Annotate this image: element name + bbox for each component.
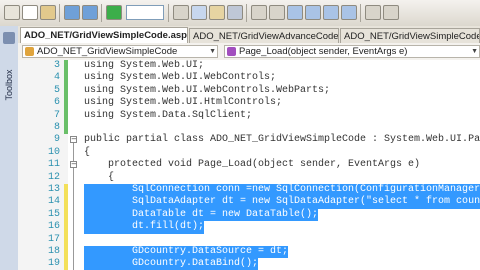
line-number: 8: [53, 122, 60, 133]
code-line: 7 using System.Data.SqlClient;: [18, 110, 480, 122]
code-line: 11 protected void Page_Load(object sende…: [18, 159, 480, 171]
tab-label: ADO_NET/GridViewSimpleCode.aspx: [344, 31, 479, 42]
toolbar-button-solution-explorer-icon[interactable]: [191, 5, 207, 20]
toolbar-button-uncomment-icon[interactable]: [269, 5, 285, 20]
code-line: 8: [18, 122, 480, 134]
navigation-bar: ADO_NET_GridViewSimpleCode ▼ Page_Load(o…: [18, 43, 480, 61]
line-number: 4: [53, 72, 60, 84]
line-number: 7: [53, 109, 60, 121]
line-number: 6: [53, 97, 60, 109]
class-dropdown[interactable]: ADO_NET_GridViewSimpleCode ▼: [22, 45, 218, 58]
line-code: public partial class ADO_NET_GridViewSim…: [84, 134, 480, 146]
line-number: 5: [53, 84, 60, 96]
line-code: using System.Web.UI.WebControls;: [84, 72, 277, 84]
line-code: protected void Page_Load(object sender, …: [84, 159, 421, 171]
toolbar-button-outdent-icon[interactable]: [383, 5, 399, 20]
line-code: using System.Data.SqlClient;: [84, 109, 253, 121]
line-code-selected: DataTable dt = new DataTable();: [84, 208, 319, 222]
chevron-down-icon: ▼: [209, 48, 216, 55]
line-number: 11: [47, 159, 60, 171]
document-tabs: ADO_NET/GridViewSimpleCode.aspx.cs ADO_N…: [18, 26, 480, 44]
toolbar-button-properties-icon[interactable]: [209, 5, 225, 20]
line-code-selected: SqlDataAdapter dt = new SqlDataAdapter("…: [84, 196, 480, 209]
line-code: using System.Web.UI;: [84, 60, 205, 71]
toolbar-button-undo-icon[interactable]: [64, 5, 80, 20]
line-code-selected: GDcountry.DataSource = dt;: [84, 246, 289, 259]
toolbar-button-copy-icon[interactable]: [22, 5, 38, 20]
code-line: 14 SqlDataAdapter dt = new SqlDataAdapte…: [18, 196, 480, 209]
line-code-selected: dt.fill(dt);: [84, 221, 205, 234]
line-number: 18: [47, 246, 60, 257]
code-line: 5 using System.Web.UI.WebControls.WebPart…: [18, 85, 480, 97]
line-code-selected: SqlConnection conn =new SqlConnection(Co…: [84, 184, 480, 197]
line-code-selected: GDcountry.DataBind();: [84, 258, 259, 270]
toolbar-button-clear-bookmarks-icon[interactable]: [341, 5, 357, 20]
toolbar-button-start-icon[interactable]: [106, 5, 122, 20]
tab-label: ADO_NET/GridViewSimpleCode.aspx.cs: [24, 30, 188, 41]
member-dropdown[interactable]: Page_Load(object sender, EventArgs e) ▼: [224, 45, 480, 58]
class-dropdown-value: ADO_NET_GridViewSimpleCode: [37, 46, 178, 57]
line-code: {: [84, 171, 115, 183]
main-toolbar: [0, 0, 480, 27]
toolbar-button-bookmark-icon[interactable]: [287, 5, 303, 20]
code-editor[interactable]: − − 3 using System.Web.UI; 4 using System.…: [18, 60, 480, 270]
code-line: 12 {: [18, 172, 480, 184]
toolbar-separator: [360, 4, 361, 22]
line-number: 17: [47, 233, 60, 245]
tab-gridviewsimplecode-aspx[interactable]: ADO_NET/GridViewSimpleCode.aspx: [340, 28, 480, 43]
toolbar-button-paste-icon[interactable]: [40, 5, 56, 20]
toolbox-icon[interactable]: [3, 32, 15, 44]
code-line: 17: [18, 234, 480, 246]
code-line: 3 using System.Web.UI;: [18, 60, 480, 72]
method-icon: [227, 47, 236, 56]
class-icon: [25, 47, 34, 56]
code-line: 15 DataTable dt = new DataTable();: [18, 208, 480, 222]
toolbar-separator: [59, 4, 60, 22]
toolbar-button-prev-bookmark-icon[interactable]: [305, 5, 321, 20]
toolbox-label[interactable]: Toolbox: [4, 62, 14, 108]
code-line: 4 using System.Web.UI.WebControls;: [18, 72, 480, 84]
line-code: using System.Web.UI.HtmlControls;: [84, 97, 283, 109]
code-line: 13 SqlConnection conn =new SqlConnection…: [18, 184, 480, 197]
line-number: 16: [47, 221, 60, 233]
solution-config-combo[interactable]: [126, 5, 164, 20]
toolbar-button-comment-icon[interactable]: [251, 5, 267, 20]
toolbar-separator: [101, 4, 102, 22]
toolbar-separator: [168, 4, 169, 22]
toolbar-button-cut-icon[interactable]: [4, 5, 20, 20]
toolbox-strip[interactable]: Toolbox: [0, 26, 19, 270]
line-number: 14: [47, 196, 60, 208]
toolbar-button-find-icon[interactable]: [173, 5, 189, 20]
line-number: 10: [47, 146, 60, 158]
toolbar-separator: [246, 4, 247, 22]
member-dropdown-value: Page_Load(object sender, EventArgs e): [239, 46, 408, 57]
chevron-down-icon: ▼: [471, 48, 478, 55]
code-line: 10 {: [18, 147, 480, 159]
toolbar-button-toolbox-icon[interactable]: [227, 5, 243, 20]
toolbar-button-redo-icon[interactable]: [82, 5, 98, 20]
toolbar-button-next-bookmark-icon[interactable]: [323, 5, 339, 20]
line-number: 19: [47, 258, 60, 270]
line-number: 15: [47, 208, 60, 220]
line-number: 3: [53, 60, 60, 71]
code-line: 16 dt.fill(dt);: [18, 221, 480, 234]
tab-gridviewsimplecode-cs[interactable]: ADO_NET/GridViewSimpleCode.aspx.cs: [20, 27, 188, 43]
line-number: 12: [47, 171, 60, 183]
line-code: {: [84, 146, 91, 158]
tab-label: ADO_NET/GridViewAdvanceCode.aspx: [193, 31, 339, 42]
code-line: 19 GDcountry.DataBind();: [18, 258, 480, 270]
line-number: 13: [47, 184, 60, 195]
tab-gridviewadvancecode-aspx[interactable]: ADO_NET/GridViewAdvanceCode.aspx: [189, 28, 339, 43]
line-code: using System.Web.UI.WebControls.WebParts…: [84, 84, 331, 96]
code-line: 9 public partial class ADO_NET_GridViewSi…: [18, 134, 480, 146]
toolbar-button-indent-icon[interactable]: [365, 5, 381, 20]
code-line: 18 GDcountry.DataSource = dt;: [18, 246, 480, 259]
code-line: 6 using System.Web.UI.HtmlControls;: [18, 97, 480, 109]
line-number: 9: [53, 134, 60, 146]
